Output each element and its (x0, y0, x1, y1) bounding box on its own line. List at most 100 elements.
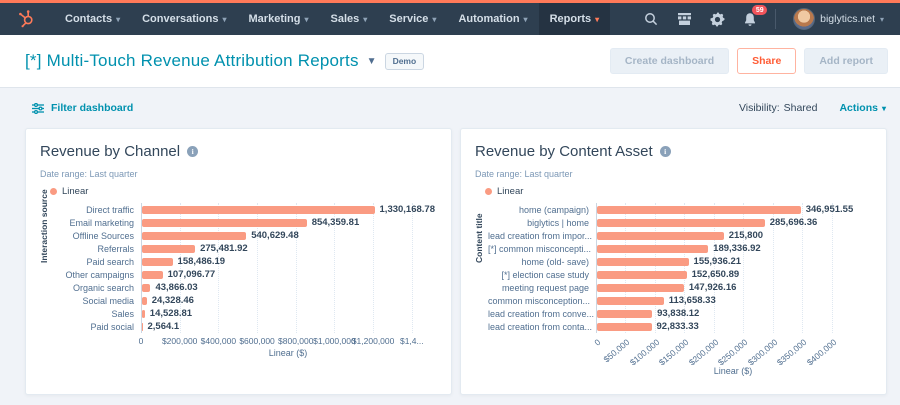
bar[interactable] (142, 310, 145, 318)
bar-row: Social media 24,328.46 (53, 294, 435, 307)
bar-area: 346,951.55 (596, 203, 870, 216)
y-axis-title: Content title (474, 213, 484, 263)
bar[interactable] (597, 323, 652, 331)
nav-item-automation[interactable]: Automation▾ (447, 3, 538, 35)
bar[interactable] (597, 284, 684, 292)
category-label: Paid social (53, 322, 141, 332)
bar-row: [*] election case study152,650.89 (488, 268, 870, 281)
dashboard-toolbar: Filter dashboard Visibility:Shared Actio… (0, 88, 900, 128)
bar-area: 24,328.46 (141, 294, 435, 307)
bar-row: home (old- save)155,936.21 (488, 255, 870, 268)
top-navigation: Contacts▾ Conversations▾ Marketing▾ Sale… (0, 0, 900, 35)
bar-row: home (campaign) 346,951.55 (488, 203, 870, 216)
bar[interactable] (597, 258, 689, 266)
hubspot-logo-icon[interactable] (14, 6, 40, 32)
info-icon[interactable]: i (660, 146, 671, 157)
bar[interactable] (597, 297, 664, 305)
bar-value-label: 346,951.55 (806, 204, 854, 215)
bar[interactable] (142, 297, 147, 305)
bar-area: 152,650.89 (596, 268, 870, 281)
dashboard-switcher-chevron-icon[interactable]: ▼ (367, 56, 377, 67)
bar-value-label: 215,800 (729, 230, 763, 241)
bar[interactable] (142, 206, 375, 214)
nav-item-reports[interactable]: Reports▾ (539, 3, 611, 35)
user-avatar[interactable] (793, 8, 815, 30)
bar[interactable] (597, 219, 765, 227)
x-tick-label: $200,000 (687, 337, 721, 367)
bar[interactable] (597, 232, 724, 240)
category-label: Email marketing (53, 218, 141, 228)
bar[interactable] (597, 245, 708, 253)
bar-rows: home (campaign) 346,951.55biglytics | hom… (488, 203, 870, 333)
notifications-bell-icon[interactable]: 59 (742, 11, 758, 27)
create-dashboard-button[interactable]: Create dashboard (610, 48, 729, 74)
notification-count-badge: 59 (752, 5, 767, 15)
bar[interactable] (142, 284, 150, 292)
bar-area: 155,936.21 (596, 255, 870, 268)
report-title: Revenue by Content Asset (475, 143, 653, 160)
bar-area: 2,564.1 (141, 320, 435, 333)
x-tick-label: 0 (139, 336, 144, 346)
bar-area: 854,359.81 (141, 216, 435, 229)
page-header: [*] Multi-Touch Revenue Attribution Repo… (0, 35, 900, 88)
category-label: Social media (53, 296, 141, 306)
filter-dashboard-link[interactable]: Filter dashboard (32, 102, 133, 114)
bar-value-label: 158,486.19 (178, 256, 226, 267)
bar-value-label: 92,833.33 (657, 321, 699, 332)
bar[interactable] (597, 310, 652, 318)
category-label: Direct traffic (53, 205, 141, 215)
nav-utilities: 59 biglytics.net ▾ (643, 8, 884, 30)
bar[interactable] (597, 271, 687, 279)
account-menu[interactable]: biglytics.net ▾ (793, 8, 884, 30)
demo-badge: Demo (385, 53, 425, 70)
x-tick-label: $400,000 (805, 337, 839, 367)
bar-area: 93,838.12 (596, 307, 870, 320)
bar-area: 92,833.33 (596, 320, 870, 333)
category-label: meeting request page (488, 283, 596, 293)
bar-area: 1,330,168.78 (141, 203, 435, 216)
settings-gear-icon[interactable] (709, 11, 725, 27)
bar-row: Paid social2,564.1 (53, 320, 435, 333)
bar[interactable] (597, 206, 801, 214)
chevron-down-icon: ▾ (880, 15, 884, 24)
legend-item[interactable]: Linear (50, 186, 435, 197)
bar-row: biglytics | home285,696.36 (488, 216, 870, 229)
nav-item-conversations[interactable]: Conversations▾ (131, 3, 237, 35)
share-button[interactable]: Share (737, 48, 796, 74)
marketplace-icon[interactable] (676, 11, 692, 27)
bar-area: 14,528.81 (141, 307, 435, 320)
category-label: home (campaign) (488, 205, 596, 215)
chevron-down-icon: ▾ (116, 15, 120, 24)
bar[interactable] (142, 245, 195, 253)
nav-item-marketing[interactable]: Marketing▾ (238, 3, 320, 35)
bar-value-label: 24,328.46 (152, 295, 194, 306)
search-icon[interactable] (643, 11, 659, 27)
y-axis-title: Interaction source (39, 189, 49, 263)
bar[interactable] (142, 219, 307, 227)
x-tick-label: $350,000 (775, 337, 809, 367)
info-icon[interactable]: i (187, 146, 198, 157)
nav-item-sales[interactable]: Sales▾ (320, 3, 379, 35)
add-report-button[interactable]: Add report (804, 48, 888, 74)
bar-row: lead creation from conve...93,838.12 (488, 307, 870, 320)
bar-row: Organic search43,866.03 (53, 281, 435, 294)
x-tick-label: $300,000 (746, 337, 780, 367)
nav-item-contacts[interactable]: Contacts▾ (54, 3, 131, 35)
nav-item-service[interactable]: Service▾ (378, 3, 447, 35)
bar[interactable] (142, 258, 173, 266)
page-title: [*] Multi-Touch Revenue Attribution Repo… (25, 51, 359, 71)
x-axis-ticks: 0$200,000$400,000$600,000$800,000$1,000,… (141, 333, 435, 347)
legend-swatch (485, 188, 492, 195)
bar[interactable] (142, 232, 246, 240)
date-range-label: Date range: Last quarter (40, 169, 435, 179)
chevron-down-icon: ▾ (432, 15, 436, 24)
legend-item[interactable]: Linear (485, 186, 870, 197)
actions-menu-button[interactable]: Actions▾ (839, 102, 886, 114)
visibility-status: Visibility:Shared (739, 102, 818, 114)
date-range-label: Date range: Last quarter (475, 169, 870, 179)
bar-value-label: 854,359.81 (312, 217, 360, 228)
bar-value-label: 189,336.92 (713, 243, 761, 254)
bar-value-label: 152,650.89 (692, 269, 740, 280)
bar[interactable] (142, 271, 163, 279)
x-axis-title: Linear ($) (596, 365, 870, 376)
